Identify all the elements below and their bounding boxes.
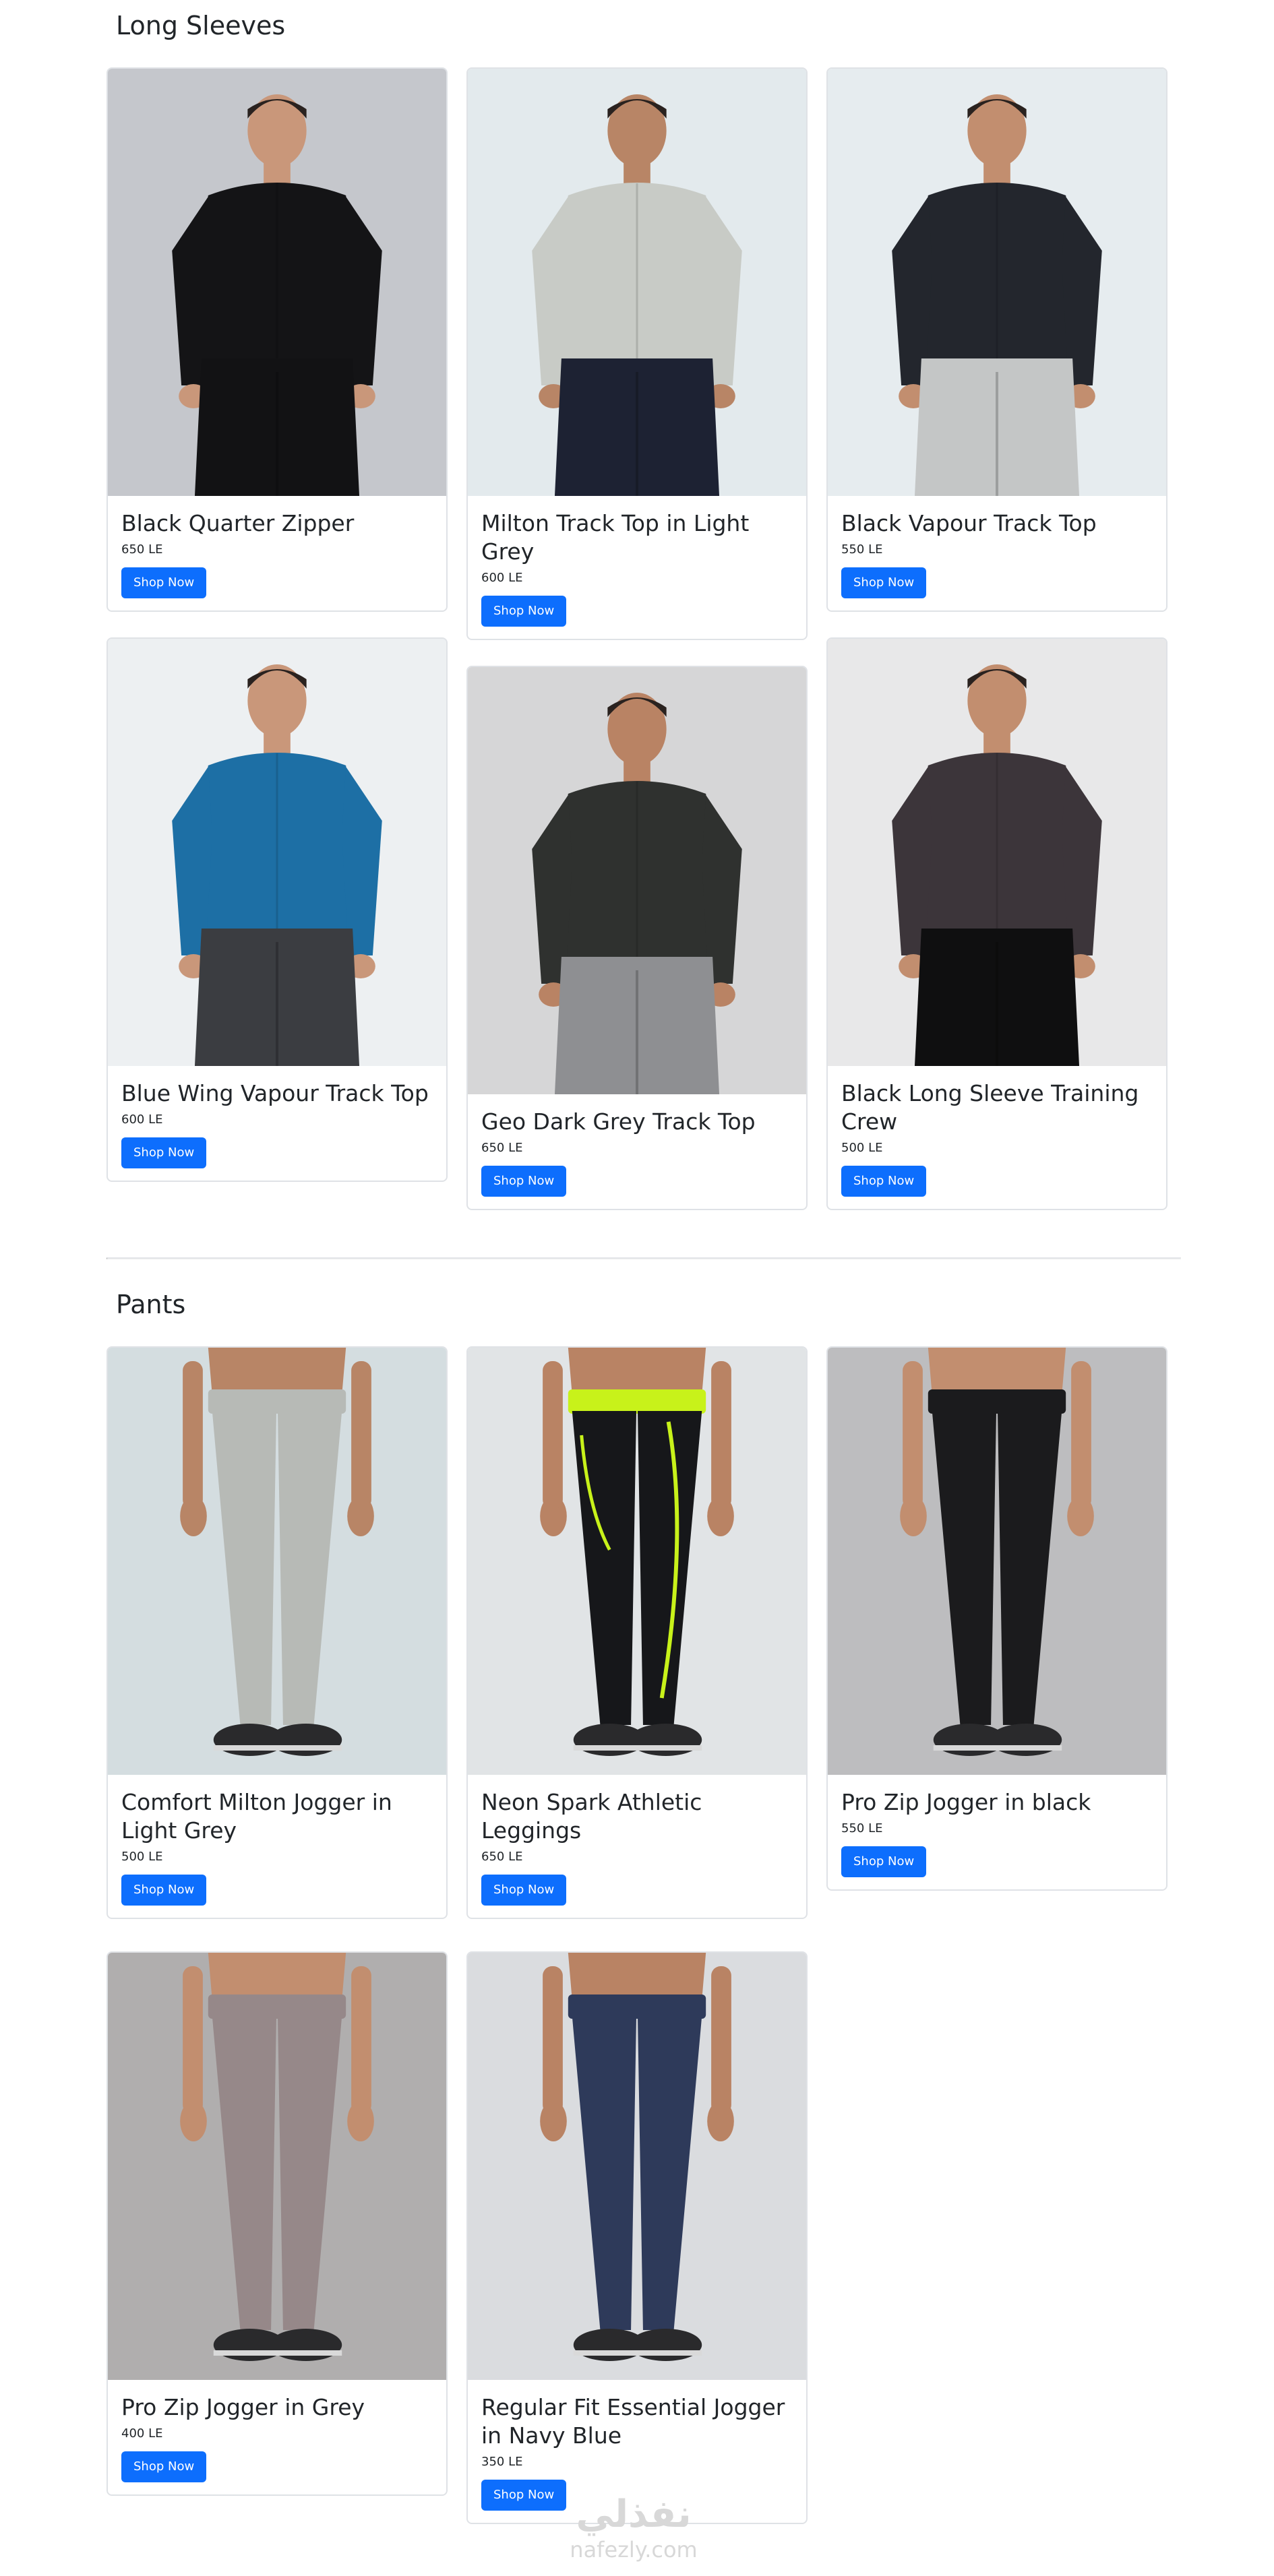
product-title: Pro Zip Jogger in black [841,1789,1091,1815]
product-image[interactable] [468,667,806,1094]
product-title: Neon Spark Athletic Leggings [481,1789,702,1844]
product-price: 650 LE [481,1141,523,1155]
top-photo [468,667,806,1094]
product-price: 500 LE [121,1850,163,1864]
product-card: Pro Zip Jogger in black 550 LE Shop Now [826,1346,1167,1891]
top-photo [828,639,1166,1066]
product-title: Pro Zip Jogger in Grey [121,2394,365,2420]
product-card: Blue Wing Vapour Track Top 600 LE Shop N… [107,637,448,1182]
pants-photo [828,1348,1166,1775]
product-image[interactable] [828,1348,1166,1775]
product-image[interactable] [468,69,806,496]
product-title: Black Vapour Track Top [841,510,1097,536]
product-price: 350 LE [481,2455,523,2469]
shop-now-button[interactable]: Shop Now [481,1875,567,1906]
product-card: Neon Spark Athletic Leggings 650 LE Shop… [466,1346,808,1919]
product-image[interactable] [108,69,446,496]
product-card: Comfort Milton Jogger in Light Grey 500 … [107,1346,448,1919]
product-title: Blue Wing Vapour Track Top [121,1080,429,1106]
shop-now-button[interactable]: Shop Now [481,1166,567,1197]
product-card: Regular Fit Essential Jogger in Navy Blu… [466,1951,808,2524]
shop-now-button[interactable]: Shop Now [841,1166,927,1197]
product-title: Geo Dark Grey Track Top [481,1108,756,1135]
product-card: Black Long Sleeve Training Crew 500 LE S… [826,637,1167,1210]
pants-photo [108,1953,446,2380]
product-card: Pro Zip Jogger in Grey 400 LE Shop Now [107,1951,448,2496]
section-divider [107,1257,1181,1259]
top-photo [108,69,446,496]
product-price: 650 LE [481,1850,523,1864]
product-image[interactable] [468,1348,806,1775]
shop-now-button[interactable]: Shop Now [121,567,207,598]
shop-now-button[interactable]: Shop Now [121,1137,207,1168]
product-title: Black Quarter Zipper [121,510,355,536]
product-price: 600 LE [121,1112,163,1127]
shop-now-button[interactable]: Shop Now [841,567,927,598]
watermark-arabic: نفذلي [576,2492,692,2536]
product-image[interactable] [828,639,1166,1066]
product-title: Black Long Sleeve Training Crew [841,1080,1139,1135]
pants-photo [468,1953,806,2380]
product-price: 550 LE [841,1821,883,1835]
product-price: 500 LE [841,1141,883,1155]
top-photo [468,69,806,496]
shop-now-button[interactable]: Shop Now [121,1875,207,1906]
product-image[interactable] [468,1953,806,2380]
pants-photo [468,1348,806,1775]
product-card: Black Quarter Zipper 650 LE Shop Now [107,67,448,612]
product-price: 400 LE [121,2426,163,2441]
product-price: 550 LE [841,542,883,557]
watermark-latin: nafezly.com [570,2537,698,2563]
product-image[interactable] [108,639,446,1066]
product-card: Black Vapour Track Top 550 LE Shop Now [826,67,1167,612]
shop-now-button[interactable]: Shop Now [481,596,567,627]
product-title: Regular Fit Essential Jogger in Navy Blu… [481,2394,785,2449]
product-card: Milton Track Top in Light Grey 600 LE Sh… [466,67,808,640]
section-title-pants: Pants [116,1290,186,1319]
section-title-long-sleeves: Long Sleeves [116,11,286,40]
product-price: 600 LE [481,571,523,585]
shop-now-button[interactable]: Shop Now [841,1846,927,1877]
product-image[interactable] [108,1953,446,2380]
product-image[interactable] [108,1348,446,1775]
product-card: Geo Dark Grey Track Top 650 LE Shop Now [466,666,808,1210]
pants-photo [108,1348,446,1775]
product-title: Comfort Milton Jogger in Light Grey [121,1789,392,1844]
product-image[interactable] [828,69,1166,496]
product-title: Milton Track Top in Light Grey [481,510,750,565]
shop-now-button[interactable]: Shop Now [121,2451,207,2482]
top-photo [828,69,1166,496]
product-price: 650 LE [121,542,163,557]
watermark-logo: نفذلي nafezly.com [553,2493,715,2563]
top-photo [108,639,446,1066]
